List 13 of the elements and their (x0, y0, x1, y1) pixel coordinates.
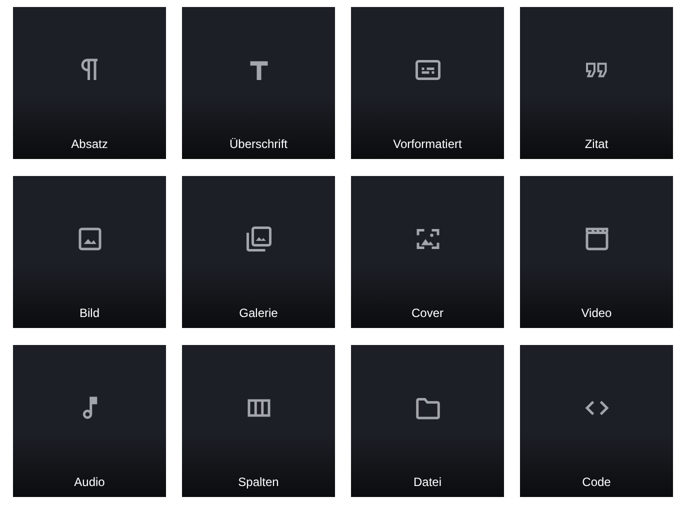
block-tile[interactable]: Video (520, 176, 673, 328)
block-tile[interactable]: Zitat (520, 7, 673, 159)
block-tile[interactable]: Bild (13, 176, 166, 328)
block-tile[interactable]: Überschrift (182, 7, 335, 159)
block-tile[interactable]: Spalten (182, 345, 335, 497)
block-tile[interactable]: Datei (351, 345, 504, 497)
block-tile[interactable]: Cover (351, 176, 504, 328)
gallery-icon (244, 224, 274, 254)
block-tile[interactable]: Audio (13, 345, 166, 497)
block-tile[interactable]: Galerie (182, 176, 335, 328)
block-tile[interactable]: Absatz (13, 7, 166, 159)
block-tile[interactable]: Code (520, 345, 673, 497)
block-tile[interactable]: Vorformatiert (351, 7, 504, 159)
